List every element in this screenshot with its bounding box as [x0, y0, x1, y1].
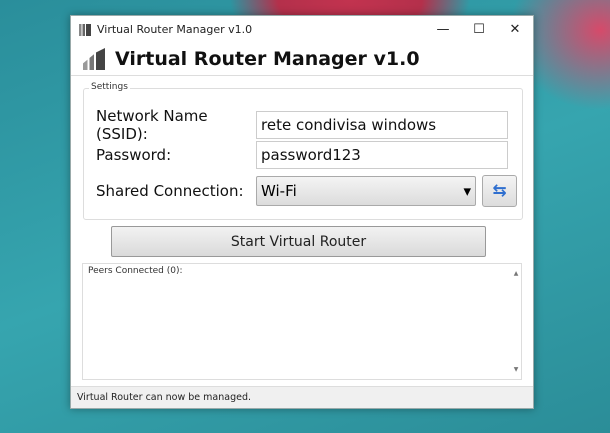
minimize-button[interactable]: —: [425, 22, 461, 37]
password-label: Password:: [96, 146, 172, 164]
page-title: Virtual Router Manager v1.0: [115, 48, 420, 70]
scroll-down-icon[interactable]: ▼: [514, 366, 519, 373]
app-icon: [79, 23, 91, 36]
start-router-button[interactable]: Start Virtual Router: [111, 226, 486, 257]
scrollbar[interactable]: ▲ ▼: [511, 264, 521, 379]
ssid-label: Network Name (SSID):: [96, 107, 208, 143]
scroll-up-icon[interactable]: ▲: [514, 270, 519, 277]
settings-legend: Settings: [89, 82, 130, 92]
app-window: Virtual Router Manager v1.0 — ☐ ✕ Virtua…: [70, 15, 534, 409]
shared-connection-select[interactable]: Wi-Fi ▾: [256, 176, 476, 206]
settings-group: Settings Network Name (SSID): rete condi…: [83, 82, 523, 220]
header: Virtual Router Manager v1.0: [71, 43, 533, 76]
signal-bars-icon: [83, 48, 105, 70]
maximize-button[interactable]: ☐: [461, 22, 497, 37]
chevron-down-icon: ▾: [463, 182, 471, 200]
close-button[interactable]: ✕: [497, 22, 533, 37]
peers-label: Peers Connected (0):: [88, 266, 183, 276]
refresh-icon: ⇆: [492, 181, 507, 201]
refresh-button[interactable]: ⇆: [482, 175, 517, 207]
window-title: Virtual Router Manager v1.0: [97, 23, 253, 36]
shared-connection-label: Shared Connection:: [96, 182, 244, 200]
shared-connection-value: Wi-Fi: [261, 182, 297, 200]
password-input[interactable]: password123: [256, 141, 508, 169]
ssid-input[interactable]: rete condivisa windows: [256, 111, 508, 139]
status-bar: Virtual Router can now be managed.: [71, 386, 533, 408]
peers-list[interactable]: Peers Connected (0): ▲ ▼: [82, 263, 522, 380]
title-bar: Virtual Router Manager v1.0 — ☐ ✕: [71, 16, 533, 43]
